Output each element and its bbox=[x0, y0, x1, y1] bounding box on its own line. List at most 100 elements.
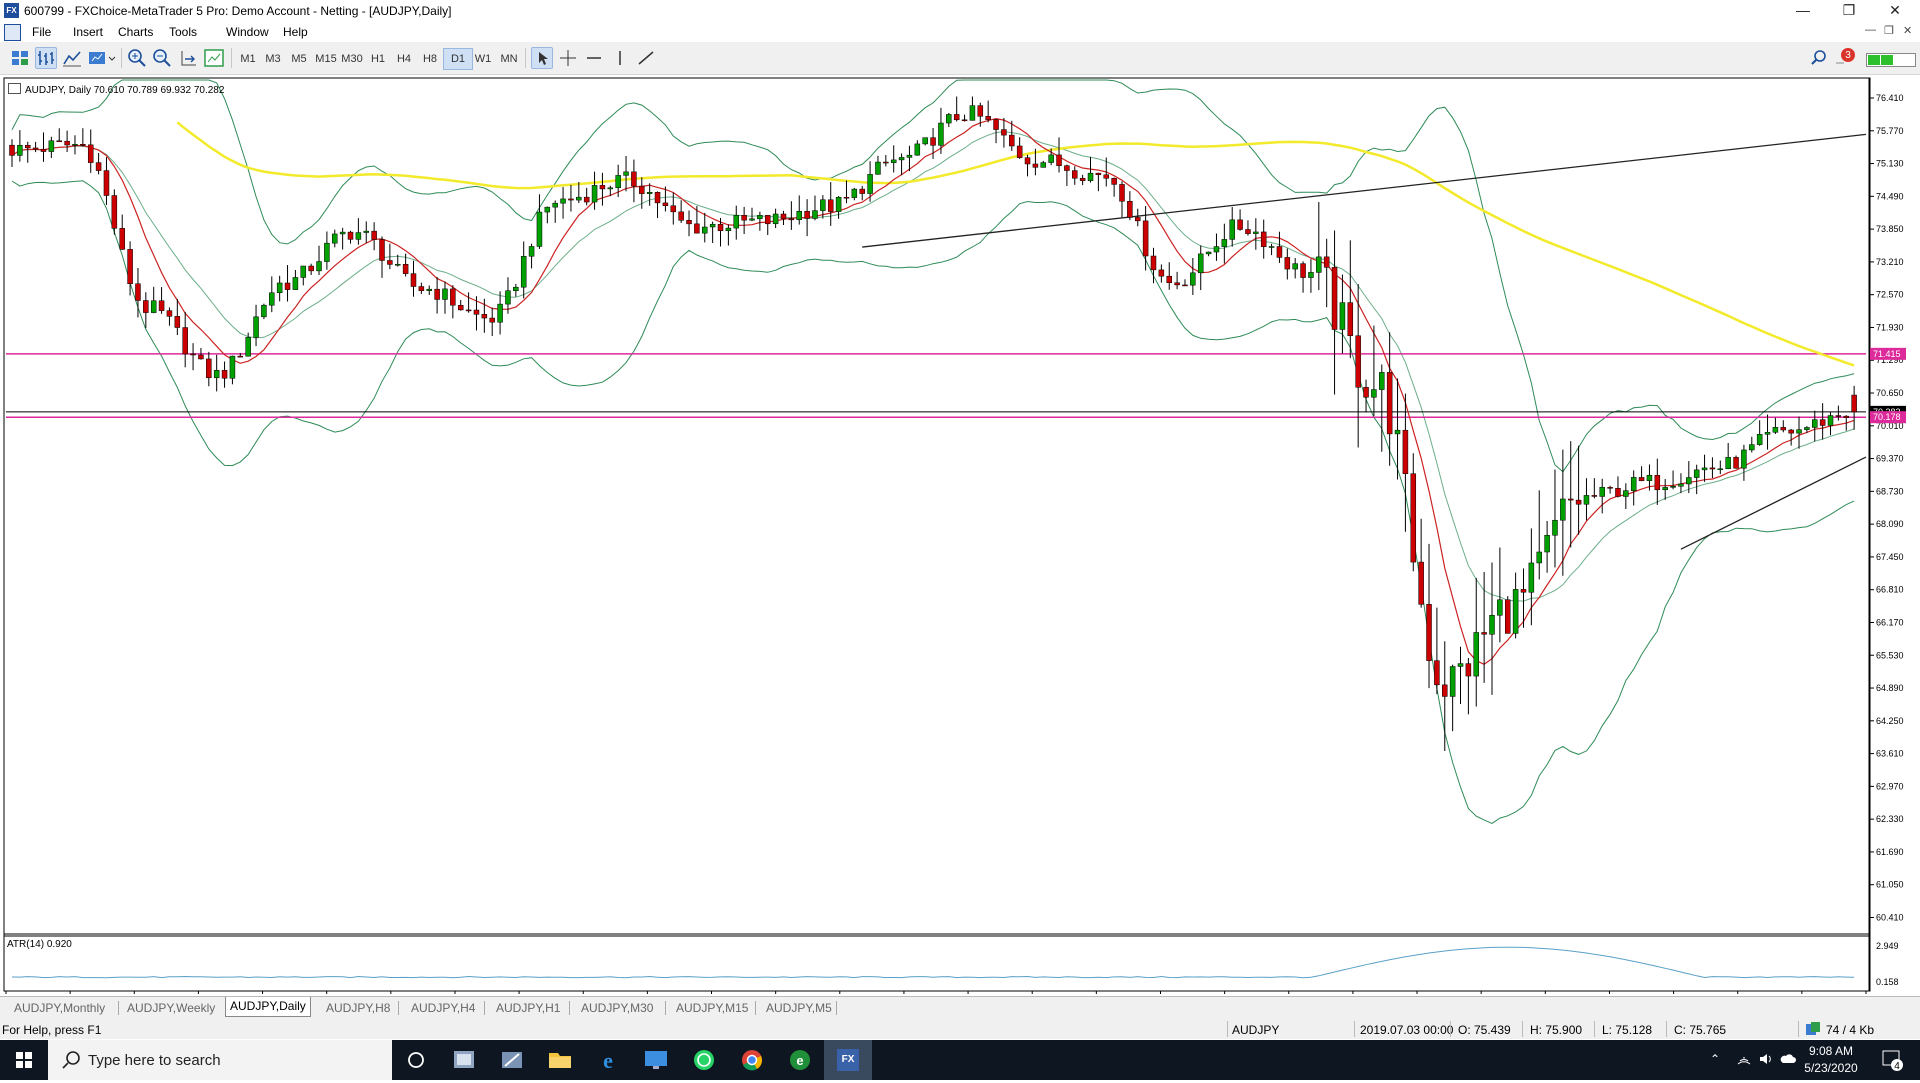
candle-body bbox=[103, 170, 110, 196]
candle-body bbox=[867, 174, 873, 194]
file-explorer-icon[interactable] bbox=[440, 1040, 488, 1080]
price-axis-label: 69.370 bbox=[1876, 454, 1904, 464]
timeframe-mn[interactable]: MN bbox=[495, 49, 523, 69]
templates-icon[interactable] bbox=[203, 47, 225, 69]
volume-icon[interactable] bbox=[1758, 1052, 1774, 1069]
network-icon[interactable] bbox=[1736, 1052, 1752, 1069]
zoom-out-icon[interactable] bbox=[151, 47, 173, 69]
timeframe-m3[interactable]: M3 bbox=[259, 49, 287, 69]
chart-window[interactable]: 76.410 75.770 75.130 74.490 73.850 73.210 72.5… bbox=[0, 76, 1920, 994]
trendline-icon[interactable] bbox=[635, 47, 657, 69]
candle-body bbox=[788, 218, 795, 221]
candle-body bbox=[1371, 389, 1377, 398]
minimize-button[interactable]: — bbox=[1781, 0, 1825, 22]
taskbar-search[interactable]: Type here to search bbox=[48, 1040, 392, 1080]
zoom-in-icon[interactable] bbox=[126, 47, 148, 69]
mdi-minimize-icon[interactable]: — bbox=[1865, 24, 1876, 36]
timeframe-h8[interactable]: H8 bbox=[416, 49, 444, 69]
atr-axis-label: 0.158 bbox=[1876, 977, 1899, 987]
candle-body bbox=[1772, 427, 1779, 433]
candle-body bbox=[1009, 134, 1015, 147]
candle-body bbox=[796, 210, 802, 220]
menu-window[interactable]: Window bbox=[226, 25, 269, 39]
candle-body bbox=[741, 215, 747, 221]
menu-charts[interactable]: Charts bbox=[118, 25, 153, 39]
menu-help[interactable]: Help bbox=[283, 25, 308, 39]
menu-insert[interactable]: Insert bbox=[73, 25, 103, 39]
notifications-icon[interactable]: 3 bbox=[1834, 47, 1856, 69]
timeframe-m5[interactable]: M5 bbox=[285, 49, 313, 69]
close-button[interactable]: ✕ bbox=[1873, 0, 1917, 22]
candle-body bbox=[922, 137, 928, 145]
candle-body bbox=[764, 215, 771, 225]
clock-date: 5/23/2020 bbox=[1804, 1061, 1858, 1075]
chart-shift-icon[interactable] bbox=[177, 47, 199, 69]
start-button[interactable] bbox=[0, 1040, 48, 1080]
line-chart-icon[interactable] bbox=[61, 47, 83, 69]
settings-icon[interactable] bbox=[488, 1040, 536, 1080]
candle-body bbox=[528, 246, 535, 257]
whatsapp-icon[interactable] bbox=[680, 1040, 728, 1080]
menu-tools[interactable]: Tools bbox=[169, 25, 197, 39]
price-chart[interactable]: 76.410 75.770 75.130 74.490 73.850 73.210 72.5… bbox=[0, 76, 1920, 994]
bar-chart-icon[interactable] bbox=[35, 47, 57, 69]
vertical-line-icon[interactable] bbox=[609, 47, 631, 69]
candle-body bbox=[166, 310, 173, 317]
candle-body bbox=[1347, 302, 1354, 336]
candle-body bbox=[1481, 632, 1487, 635]
timeframe-m30[interactable]: M30 bbox=[338, 49, 366, 69]
new-chart-icon[interactable] bbox=[9, 47, 31, 69]
trading-app-icon[interactable]: e bbox=[776, 1040, 824, 1080]
tab-audjpy-m15[interactable]: AUDJPY,M15 bbox=[672, 1000, 752, 1016]
timeframe-w1[interactable]: W1 bbox=[469, 49, 497, 69]
candle-body bbox=[599, 185, 606, 190]
tab-audjpy-h4[interactable]: AUDJPY,H4 bbox=[407, 1000, 479, 1016]
autotrading-icon[interactable] bbox=[87, 47, 116, 69]
mdi-restore-icon[interactable]: ❐ bbox=[1884, 24, 1894, 37]
chrome-icon[interactable] bbox=[728, 1040, 776, 1080]
crosshair-icon[interactable] bbox=[557, 47, 579, 69]
candle-body bbox=[717, 223, 724, 232]
cursor-icon[interactable] bbox=[531, 47, 553, 69]
menu-file[interactable]: File bbox=[32, 25, 51, 39]
status-low: L: 75.128 bbox=[1602, 1023, 1653, 1037]
candle-body bbox=[135, 283, 141, 301]
remote-desktop-icon[interactable] bbox=[632, 1040, 680, 1080]
timeframe-m15[interactable]: M15 bbox=[312, 49, 340, 69]
candle-body bbox=[898, 157, 905, 161]
show-hidden-icons[interactable]: ⌃ bbox=[1710, 1052, 1720, 1066]
candle-body bbox=[977, 105, 984, 117]
task-view-icon[interactable] bbox=[392, 1040, 440, 1080]
tab-audjpy-m30[interactable]: AUDJPY,M30 bbox=[577, 1000, 657, 1016]
svg-text:FX: FX bbox=[842, 1054, 855, 1065]
onedrive-icon[interactable] bbox=[1780, 1052, 1796, 1069]
tab-audjpy-monthly[interactable]: AUDJPY,Monthly bbox=[10, 1000, 109, 1016]
timeframe-h1[interactable]: H1 bbox=[364, 49, 392, 69]
edge-icon[interactable]: e bbox=[584, 1040, 632, 1080]
chart-window-icon[interactable] bbox=[4, 24, 21, 41]
status-separator bbox=[1522, 1021, 1523, 1037]
candle-body bbox=[206, 358, 212, 379]
restore-button[interactable]: ❐ bbox=[1827, 0, 1871, 22]
candle-body bbox=[552, 202, 558, 208]
tab-audjpy-h8[interactable]: AUDJPY,H8 bbox=[322, 1000, 394, 1016]
taskbar-clock[interactable]: 9:08 AM 5/23/2020 bbox=[1796, 1043, 1866, 1077]
timeframe-h4[interactable]: H4 bbox=[390, 49, 418, 69]
tab-audjpy-h1[interactable]: AUDJPY,H1 bbox=[492, 1000, 564, 1016]
tab-separator bbox=[755, 1001, 756, 1015]
tab-audjpy-m5[interactable]: AUDJPY,M5 bbox=[762, 1000, 836, 1016]
tab-separator bbox=[118, 1001, 119, 1015]
status-separator bbox=[1798, 1021, 1799, 1037]
search-icon[interactable] bbox=[1808, 47, 1830, 69]
tab-audjpy-weekly[interactable]: AUDJPY,Weekly bbox=[123, 1000, 219, 1016]
folder-icon[interactable] bbox=[536, 1040, 584, 1080]
status-symbol: AUDJPY bbox=[1232, 1023, 1280, 1037]
candle-body bbox=[174, 316, 181, 328]
candle-body bbox=[481, 314, 488, 319]
metatrader-icon[interactable]: FX bbox=[824, 1040, 872, 1080]
timeframe-m1[interactable]: M1 bbox=[234, 49, 262, 69]
mdi-close-icon[interactable]: ✕ bbox=[1903, 24, 1912, 37]
action-center-icon[interactable]: 4 bbox=[1880, 1048, 1904, 1072]
horizontal-line-icon[interactable] bbox=[583, 47, 605, 69]
tab-audjpy-daily[interactable]: AUDJPY,Daily bbox=[225, 997, 311, 1017]
